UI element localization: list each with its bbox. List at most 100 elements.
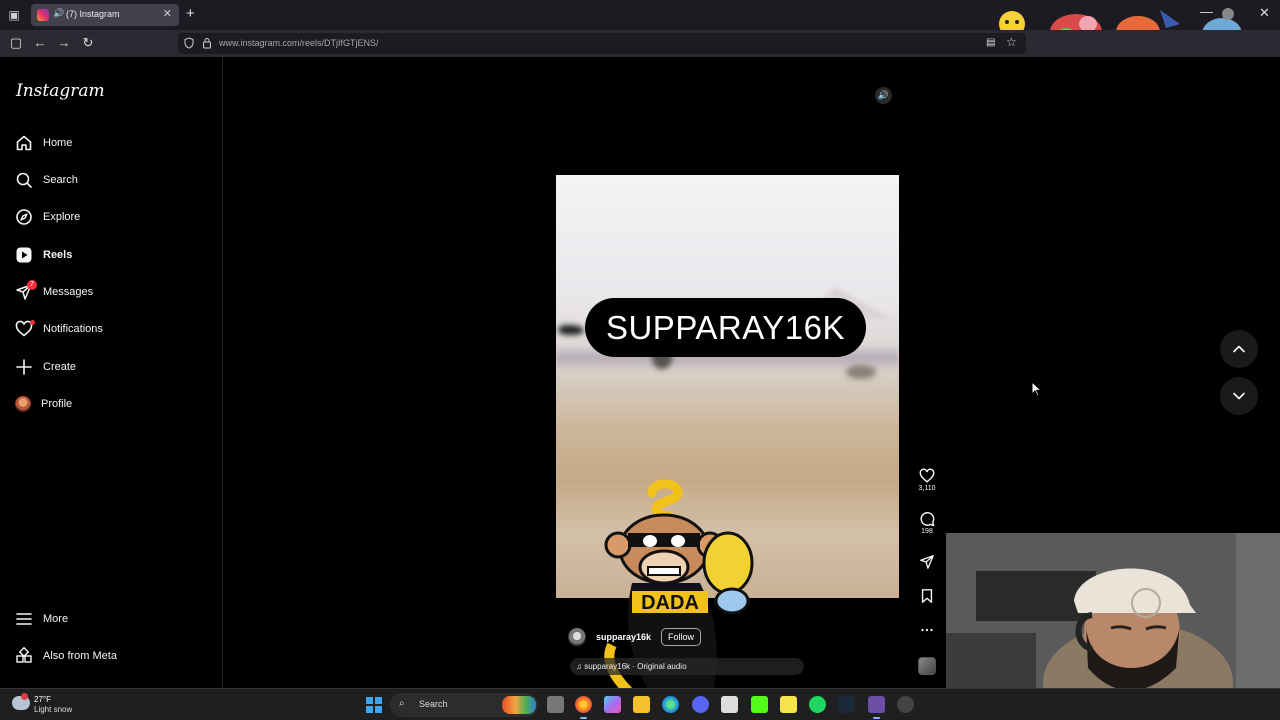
profile-avatar: [15, 396, 31, 412]
share-button[interactable]: [917, 554, 937, 570]
instagram-favicon-icon: [37, 9, 49, 21]
edge-icon[interactable]: [662, 696, 679, 713]
tab-title: (7) Instagram: [66, 9, 120, 19]
spotify-icon[interactable]: [809, 696, 826, 713]
tab-audio-icon[interactable]: 🔊: [53, 8, 64, 19]
sidebar-item-create[interactable]: Create: [15, 355, 215, 379]
sticky-notes-icon[interactable]: [780, 696, 797, 713]
sidebar-item-label: Explore: [43, 211, 81, 223]
windows-start-icon[interactable]: [366, 697, 382, 713]
sidebar-item-label: Create: [43, 361, 77, 373]
webcam-overlay: [946, 533, 1280, 688]
tracking-shield-icon[interactable]: [184, 37, 194, 49]
sidebar-item-label: Notifications: [43, 323, 103, 335]
monkey-mascot-graphic: DADA: [604, 479, 754, 688]
firefox-icon[interactable]: [575, 696, 592, 719]
previous-reel-button[interactable]: [1220, 330, 1258, 368]
comment-button[interactable]: 198: [917, 511, 937, 535]
browser-tab-bar: ▣ 🔊 (7) Instagram ✕ + — ✕: [0, 0, 1280, 51]
tab-list-icon[interactable]: ▣: [6, 7, 22, 23]
author-avatar[interactable]: [568, 628, 586, 646]
back-icon[interactable]: ←: [32, 35, 48, 51]
sidebar-item-label: Profile: [41, 398, 73, 410]
comment-count: 198: [921, 528, 933, 535]
send-icon: [920, 555, 934, 569]
sidebar-item-label: Messages: [43, 286, 94, 298]
sidebar-item-notifications[interactable]: Notifications: [15, 317, 215, 341]
sidebar-item-label: Also from Meta: [43, 650, 117, 662]
comment-icon: [920, 512, 935, 527]
scene-figure: [846, 365, 876, 379]
tab-close-icon[interactable]: ✕: [163, 7, 172, 20]
address-bar[interactable]: www.instagram.com/reels/DTjIfGTjENS/ ▤ ☆: [178, 33, 1026, 54]
window-close-icon[interactable]: ✕: [1259, 5, 1270, 21]
search-highlight-decoration: [502, 696, 536, 714]
task-view-icon[interactable]: [547, 696, 564, 713]
volume-icon[interactable]: 🔊: [875, 87, 892, 104]
home-icon: [16, 135, 32, 151]
sidebar-item-explore[interactable]: Explore: [15, 205, 215, 229]
save-button[interactable]: [917, 588, 937, 604]
notification-dot: [30, 320, 35, 325]
streamer-webcam-image: [946, 533, 1280, 688]
reel-overlay-title-text: SUPPARAY16K: [605, 309, 846, 346]
instagram-sidebar: Instagram Home Search Explore Reels 7 Me…: [0, 57, 223, 688]
windows-taskbar: 27°F Light snow ⌕ Search: [0, 688, 1280, 720]
steam-icon[interactable]: [838, 696, 855, 713]
sidebar-item-label: Reels: [43, 249, 73, 261]
sidebar-item-messages[interactable]: 7 Messages: [15, 280, 215, 304]
sidebar-item-home[interactable]: Home: [15, 131, 215, 155]
weather-temperature: 27°F: [34, 695, 51, 704]
sidebar-item-reels[interactable]: Reels: [15, 243, 215, 267]
file-explorer-icon[interactable]: [633, 696, 650, 713]
new-tab-button[interactable]: +: [186, 6, 195, 22]
messages-badge: 7: [27, 280, 37, 290]
next-reel-button[interactable]: [1220, 377, 1258, 415]
follow-button[interactable]: Follow: [661, 628, 702, 646]
sidebar-toggle-icon[interactable]: ▢: [8, 35, 24, 51]
chevron-up-icon: [1233, 345, 1245, 353]
like-button[interactable]: 3,110: [917, 468, 937, 492]
sidebar-item-label: Home: [43, 137, 73, 149]
more-options-button[interactable]: [917, 622, 937, 638]
scene-object: [558, 325, 584, 335]
search-icon: ⌕: [399, 698, 405, 709]
sidebar-item-search[interactable]: Search: [15, 168, 215, 192]
sidebar-item-more[interactable]: More: [15, 607, 215, 631]
heart-icon: [919, 468, 935, 483]
sidebar-item-label: More: [43, 613, 69, 625]
hamburger-menu-icon: [16, 613, 32, 625]
instagram-logo[interactable]: Instagram: [16, 81, 105, 101]
svg-text:DADA: DADA: [641, 592, 699, 614]
weather-alert-badge: [21, 693, 28, 700]
compass-icon: [16, 209, 32, 225]
reel-author-row: supparay16k Follow: [568, 625, 702, 649]
forward-icon[interactable]: →: [56, 35, 72, 51]
microsoft-store-icon[interactable]: [721, 696, 738, 713]
weather-condition: Light snow: [34, 705, 73, 714]
sidebar-item-profile[interactable]: Profile: [15, 392, 215, 416]
mouse-cursor-icon: [1031, 381, 1043, 397]
streaming-app-icon[interactable]: [868, 696, 885, 719]
url-text: www.instagram.com/reels/DTjIfGTjENS/: [219, 38, 379, 48]
reader-view-icon[interactable]: ▤: [986, 37, 995, 48]
chevron-down-icon: [1233, 392, 1245, 400]
taskbar-search[interactable]: ⌕ Search: [390, 693, 538, 717]
lock-icon[interactable]: [202, 37, 212, 49]
author-username[interactable]: supparay16k: [596, 632, 651, 642]
reel-audio-info[interactable]: ♫ supparay16k · Original audio: [570, 658, 804, 675]
original-audio-thumbnail[interactable]: [918, 657, 936, 675]
obs-icon[interactable]: [897, 696, 914, 713]
search-icon: [16, 172, 32, 188]
reload-icon[interactable]: ↻: [80, 35, 96, 51]
ellipsis-icon: [921, 628, 933, 632]
discord-icon[interactable]: [692, 696, 709, 713]
minimize-icon[interactable]: —: [1200, 4, 1213, 19]
browser-tab[interactable]: 🔊 (7) Instagram ✕: [31, 4, 179, 26]
kick-icon[interactable]: [751, 696, 768, 713]
bookmark-star-icon[interactable]: ☆: [1006, 35, 1017, 49]
copilot-icon[interactable]: [604, 696, 621, 713]
reels-icon: [16, 247, 32, 263]
reel-video-player[interactable]: 🔊 SUPPARAY16K DADA supparay16k Follow ♫ …: [556, 79, 899, 688]
sidebar-item-also-from-meta[interactable]: Also from Meta: [15, 644, 215, 668]
